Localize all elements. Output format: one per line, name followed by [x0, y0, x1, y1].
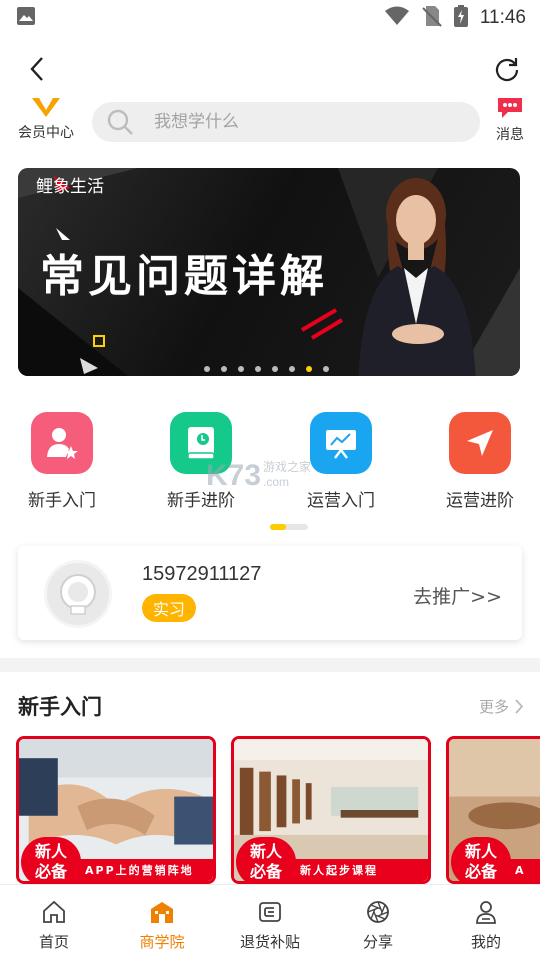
course-list: 新人 必备 APP上的营销阵地 新人 必备 新人起步课程 新人 必备 A	[16, 736, 540, 884]
banner-dot[interactable]	[255, 366, 261, 372]
presentation-icon	[326, 430, 356, 459]
tab-share[interactable]: 分享	[324, 885, 432, 960]
course-ribbon: APP上的营销阵地	[77, 859, 213, 881]
search-input[interactable]	[154, 112, 454, 132]
category-label: 运营进阶	[446, 491, 514, 511]
banner-dot[interactable]	[238, 366, 244, 372]
more-link[interactable]: 更多	[479, 696, 524, 717]
default-avatar-icon	[60, 574, 96, 615]
tab-profile[interactable]: 我的	[432, 885, 540, 960]
category-icon-bg	[449, 412, 511, 474]
subsidy-icon	[259, 902, 281, 922]
watermark-site: K73	[206, 459, 262, 492]
battery-charging-icon	[453, 5, 468, 31]
section-separator	[0, 658, 540, 672]
course-tag: 新人 必备	[236, 837, 296, 881]
bottom-navigation: 首页 商学院 退货补贴 分享 我的	[0, 884, 540, 960]
watermark-domain: .com	[263, 475, 290, 489]
user-phone: 15972911127	[142, 563, 262, 585]
tab-label: 分享	[362, 933, 393, 951]
section-header: 新手入门 更多	[18, 688, 524, 724]
profile-icon	[476, 901, 496, 924]
watermark-text: 游戏之家	[263, 460, 312, 474]
course-ribbon: A	[507, 859, 540, 881]
category-icon-bg	[310, 412, 372, 474]
messages-button[interactable]: 消息	[488, 96, 532, 152]
tab-label: 首页	[38, 933, 69, 951]
category-label: 新手入门	[28, 491, 96, 511]
promo-banner[interactable]: 鲤象生活 常见问题详解	[18, 168, 520, 376]
back-button[interactable]	[22, 54, 52, 84]
avatar[interactable]	[44, 560, 112, 628]
banner-dot[interactable]	[289, 366, 295, 372]
banner-pagination	[204, 366, 329, 372]
banner-dot-active[interactable]	[306, 366, 312, 372]
category-label: 运营入门	[307, 491, 375, 511]
refresh-icon	[495, 58, 519, 82]
tab-return-subsidy[interactable]: 退货补贴	[216, 885, 324, 960]
tab-business-school[interactable]: 商学院	[108, 885, 216, 960]
image-notification-icon	[16, 6, 36, 30]
banner-headline: 常见问题详解	[40, 251, 328, 302]
more-label: 更多	[478, 697, 509, 716]
banner-dot[interactable]	[204, 366, 210, 372]
tab-label: 我的	[470, 933, 501, 951]
course-card[interactable]: 新人 必备 APP上的营销阵地	[16, 736, 216, 884]
navigation-arrow-icon	[467, 430, 493, 456]
course-card[interactable]: 新人 必备 A	[446, 736, 540, 884]
member-center-button[interactable]: 会员中心	[10, 96, 82, 152]
section-title: 新手入门	[18, 695, 102, 719]
course-tag: 新人 必备	[21, 837, 81, 881]
user-card: 15972911127 实习 去推广>>	[18, 546, 522, 640]
search-bar[interactable]	[92, 102, 480, 142]
member-center-label: 会员中心	[18, 125, 74, 141]
course-tag: 新人 必备	[451, 837, 511, 881]
no-sim-icon	[422, 5, 442, 31]
site-watermark: K73 游戏之家 .com	[206, 458, 311, 493]
banner-dot[interactable]	[221, 366, 227, 372]
course-card[interactable]: 新人 必备 新人起步课程	[231, 736, 431, 884]
search-icon	[107, 109, 133, 135]
banner-dot[interactable]	[272, 366, 278, 372]
tab-label: 商学院	[139, 933, 185, 951]
status-bar: 11:46	[0, 0, 540, 36]
tab-label: 退货补贴	[239, 933, 300, 951]
clock: 11:46	[479, 7, 526, 28]
messages-label: 消息	[496, 127, 524, 143]
chevron-left-icon	[30, 57, 43, 81]
banner-dot[interactable]	[323, 366, 329, 372]
refresh-button[interactable]	[492, 54, 522, 84]
navigation-bar	[0, 44, 540, 94]
vip-crown-icon	[32, 97, 60, 117]
category-operations-advanced[interactable]: 运营进阶	[425, 412, 535, 511]
message-bubble-icon	[498, 98, 522, 118]
home-icon	[43, 900, 65, 923]
banner-brand: 鲤象生活	[36, 177, 104, 197]
wifi-icon	[384, 6, 410, 30]
person-star-icon	[47, 428, 78, 459]
category-page-indicator	[270, 524, 308, 530]
share-aperture-icon	[367, 901, 389, 923]
category-beginner[interactable]: 新手入门	[7, 412, 117, 511]
course-ribbon: 新人起步课程	[292, 859, 428, 881]
school-icon	[151, 902, 173, 923]
promote-link[interactable]: 去推广>>	[413, 582, 502, 609]
category-grid: 新手入门 新手进阶 运营入门 运营进阶 K73 游戏之家 .com	[0, 412, 540, 512]
search-row: 会员中心 消息	[0, 96, 540, 152]
book-icon	[187, 427, 215, 460]
level-badge: 实习	[142, 594, 196, 622]
category-icon-bg	[31, 412, 93, 474]
chevron-right-icon	[515, 698, 524, 714]
tab-home[interactable]: 首页	[0, 885, 108, 960]
